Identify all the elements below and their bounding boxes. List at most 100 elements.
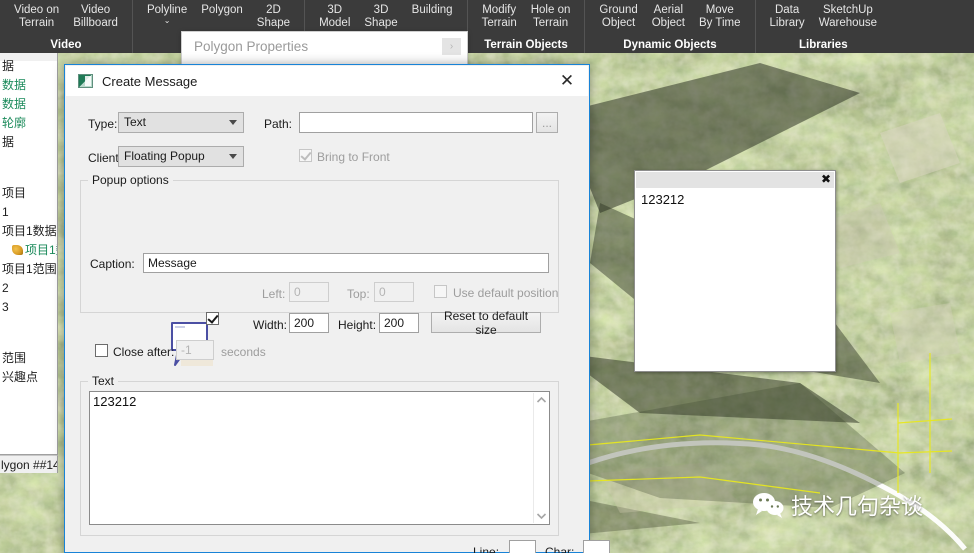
reset-default-size-button[interactable]: Reset to default size: [431, 309, 541, 337]
ribbon-group-terrain-objects: Modify Terrain Hole on Terrain Terrain Objec…: [468, 0, 586, 53]
type-select[interactable]: Text: [118, 112, 244, 133]
left-label: Left:: [262, 287, 286, 301]
tree-item[interactable]: 范围: [0, 351, 26, 365]
ribbon-item-ground-object[interactable]: Ground Object: [592, 3, 644, 30]
tree-item[interactable]: 兴趣点: [0, 370, 38, 384]
tree-item-label: 范围: [2, 351, 27, 365]
tree-item[interactable]: 据: [0, 59, 14, 73]
ribbon-item-label: Ground: [599, 4, 638, 16]
tree-item-label: 项目1数据高: [2, 224, 57, 238]
ribbon-item-label: 3D: [327, 4, 343, 16]
ribbon-item-video-billboard[interactable]: Video Billboard: [66, 3, 125, 30]
tree-item[interactable]: 3: [0, 300, 9, 314]
close-after-checkbox[interactable]: [95, 344, 108, 357]
create-message-dialog[interactable]: Create Message ✕ Type: Text Path: ... Cl…: [64, 64, 610, 553]
ribbon-item-label-2: Object: [651, 17, 685, 29]
tree-item-label: 数据: [2, 97, 27, 111]
ribbon-item-label-2: Terrain: [532, 17, 569, 29]
line-input[interactable]: [509, 540, 536, 553]
ribbon-item-modify-terrain[interactable]: Modify Terrain: [475, 3, 524, 30]
tree-item[interactable]: 轮廓: [0, 116, 26, 130]
dialog-title: Create Message: [102, 73, 198, 89]
client-select[interactable]: Floating Popup: [118, 146, 244, 167]
ribbon-item-label: Video: [80, 4, 111, 16]
ribbon-item-hole-on-terrain[interactable]: Hole on Terrain: [524, 3, 578, 30]
tree-item[interactable]: 1: [0, 205, 9, 219]
scroll-up-icon[interactable]: [534, 393, 549, 408]
polygon-properties-title: Polygon Properties: [194, 39, 309, 54]
tree-item[interactable]: 据: [0, 135, 14, 149]
close-after-input[interactable]: -1: [176, 340, 214, 360]
ribbon-group-dynamic-objects: Ground Object Aerial Object Move By Time Dynam…: [585, 0, 756, 53]
floating-popup-window[interactable]: ✖ 123212: [634, 170, 836, 372]
popup-enabled-checkbox[interactable]: [206, 312, 219, 325]
char-input[interactable]: [583, 540, 610, 553]
width-input[interactable]: 200: [289, 313, 329, 333]
chevron-down-icon[interactable]: ⌄: [164, 17, 171, 25]
ribbon-item-label: Aerial: [653, 4, 684, 16]
ribbon-item-label-2: Object: [601, 17, 636, 29]
wechat-icon: [753, 493, 784, 518]
ribbon-item-label-2: Model: [319, 17, 351, 29]
tree-item[interactable]: 项目: [0, 186, 26, 200]
watermark-text: 技术几句杂谈: [791, 495, 924, 520]
tree-item[interactable]: 项目1数据高: [0, 224, 57, 238]
ribbon-item-3d-model[interactable]: 3D Model: [312, 3, 357, 30]
message-text-area[interactable]: 123212: [89, 391, 550, 525]
scroll-down-icon[interactable]: [534, 508, 549, 523]
height-input[interactable]: 200: [379, 313, 419, 333]
ribbon-item-label: Hole on: [530, 4, 571, 16]
close-icon[interactable]: ✕: [556, 71, 578, 91]
client-label: Client:: [88, 151, 123, 165]
ribbon-item-building[interactable]: Building: [405, 3, 460, 17]
ribbon-item-label-2: Billboard: [73, 17, 118, 29]
status-bar: lygon ##14: [0, 455, 58, 473]
project-tree-panel[interactable]: 据数据数据轮廓据项目1项目1数据高项目1数据项目1范围高23范围兴趣点: [0, 53, 58, 455]
ribbon-item-label: SketchUp: [822, 4, 873, 16]
caption-input[interactable]: Message: [143, 253, 549, 273]
ribbon-group-video: Video on Terrain Video Billboard Video: [0, 0, 133, 53]
tree-item-label: 3: [2, 300, 9, 314]
top-input[interactable]: 0: [374, 282, 414, 302]
popup-options-group-label: Popup options: [88, 173, 173, 187]
dialog-titlebar[interactable]: Create Message ✕: [66, 66, 588, 96]
ribbon-item-video-on-terrain[interactable]: Video on Terrain: [7, 3, 66, 30]
layer-icon: [12, 245, 23, 255]
tree-item[interactable]: 2: [0, 281, 9, 295]
ribbon-item-sketchup-warehouse[interactable]: SketchUp Warehouse: [812, 3, 884, 30]
use-default-position-label: Use default position: [453, 286, 559, 300]
ribbon-toolbar: Video on Terrain Video Billboard Video Polyli…: [0, 0, 974, 53]
tree-item[interactable]: 数据: [0, 78, 26, 92]
chevron-down-icon: [229, 119, 238, 126]
text-area-scrollbar[interactable]: [533, 393, 548, 523]
ribbon-item-move-by-time[interactable]: Move By Time: [692, 3, 748, 30]
ribbon-group-title: Terrain Objects: [484, 39, 568, 51]
tree-item[interactable]: 项目1范围高: [0, 262, 57, 276]
height-label: Height:: [338, 318, 377, 332]
tree-item[interactable]: 数据: [0, 97, 26, 111]
left-input[interactable]: 0: [289, 282, 329, 302]
char-label: Char:: [545, 545, 575, 553]
tree-item[interactable]: 项目1数据: [10, 243, 57, 257]
dialog-body: Type: Text Path: ... Client: Floating Po…: [66, 96, 610, 553]
ribbon-group-libraries: Data Library SketchUp Warehouse Libraries: [756, 0, 892, 53]
caption-label: Caption:: [90, 257, 135, 271]
ribbon-item-polyline[interactable]: Polyline ⌄: [140, 3, 194, 25]
ribbon-item-aerial-object[interactable]: Aerial Object: [645, 3, 692, 30]
ribbon-item-data-library[interactable]: Data Library: [763, 3, 812, 30]
tree-item-label: 项目1数据: [25, 243, 57, 257]
ribbon-group-title: Dynamic Objects: [623, 39, 717, 51]
ribbon-item-label: 2D: [266, 4, 281, 16]
ribbon-item-polygon[interactable]: Polygon: [194, 3, 250, 17]
close-icon[interactable]: ✖: [821, 173, 831, 185]
ribbon-item-label: Polygon: [201, 4, 243, 16]
top-label: Top:: [347, 287, 370, 301]
path-input[interactable]: [299, 112, 533, 133]
tree-item-label: 据: [2, 135, 15, 149]
tree-item-label: 2: [2, 281, 9, 295]
use-default-position-checkbox[interactable]: [434, 285, 447, 298]
close-after-label: Close after:: [113, 345, 175, 359]
bring-to-front-checkbox[interactable]: [299, 149, 312, 162]
path-browse-button[interactable]: ...: [536, 112, 558, 133]
polygon-properties-expand-button[interactable]: ›: [442, 38, 461, 55]
